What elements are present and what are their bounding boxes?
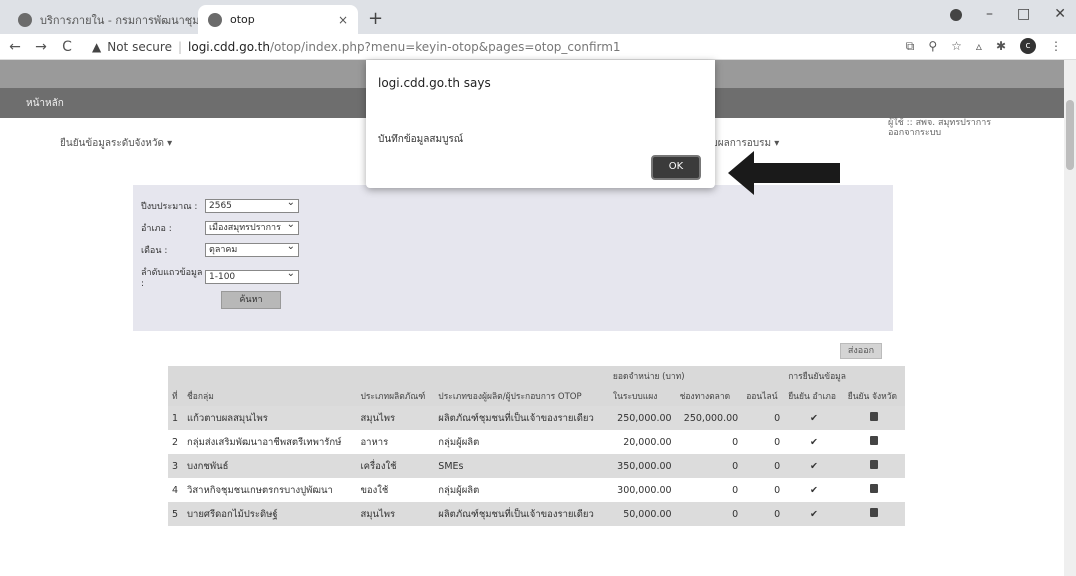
- month-select[interactable]: ตุลาคม: [205, 241, 299, 257]
- forward-button[interactable]: →: [30, 39, 52, 55]
- check-icon: ✔: [810, 436, 818, 448]
- col-offline: ช่องทางตลาด: [675, 386, 743, 406]
- district-select[interactable]: เมืองสมุทรปราการ: [205, 219, 299, 235]
- search-button[interactable]: ค้นหา: [221, 291, 281, 309]
- filter-range-row: ลำดับแถวข้อมูล : 1-100: [141, 265, 299, 289]
- filter-panel: ปีงบประมาณ : 2565 อำเภอ : เมืองสมุทรปราก…: [133, 185, 893, 331]
- table-row: 5 บายศรีดอกไม้ประดิษฐ์ สมุนไพร ผลิตภัณฑ์…: [168, 502, 905, 526]
- table-row: 2 กลุ่มส่งเสริมพัฒนาอาชีพสตรีเทพารักษ์ อ…: [168, 430, 905, 454]
- site-favicon-icon: [208, 12, 222, 27]
- maximize-button[interactable]: □: [1017, 6, 1030, 22]
- tab-title: บริการภายใน - กรมการพัฒนาชุมชน: [40, 13, 198, 27]
- year-select[interactable]: 2565: [205, 197, 299, 213]
- site-favicon-icon: [18, 12, 32, 27]
- delete-icon[interactable]: [870, 436, 879, 445]
- new-tab-button[interactable]: +: [368, 8, 383, 29]
- delete-icon[interactable]: [870, 412, 879, 421]
- col-name: ชื่อกลุ่ม: [183, 386, 357, 406]
- menu-training-results[interactable]: รับผลการอบรม ▾: [706, 136, 779, 151]
- col-confirm-province: ยืนยัน จังหวัด: [843, 386, 905, 406]
- url-text: logi.cdd.go.th/otop/index.php?menu=keyin…: [188, 40, 621, 54]
- close-window-button[interactable]: ✕: [1054, 6, 1066, 22]
- window-controls: – □ ✕: [950, 6, 1066, 22]
- user-name: ผู้ใช้ :: สพจ. สมุทรปราการ: [888, 118, 992, 128]
- otop-table: ยอดจำหน่าย (บาท) การยืนยันข้อมูล ที่ ชื่…: [168, 366, 905, 526]
- url-domain: logi.cdd.go.th: [188, 39, 270, 54]
- security-label: Not secure: [107, 39, 172, 54]
- browser-menu-icon[interactable]: ⋮: [1050, 39, 1062, 53]
- scrollbar-thumb[interactable]: [1066, 100, 1074, 170]
- filter-district-row: อำเภอ : เมืองสมุทรปราการ: [141, 219, 299, 235]
- profile-avatar[interactable]: c: [1020, 38, 1036, 54]
- check-icon: ✔: [784, 454, 844, 478]
- range-label: ลำดับแถวข้อมูล :: [141, 268, 203, 289]
- delete-icon[interactable]: [870, 460, 879, 469]
- delete-icon[interactable]: [870, 508, 879, 517]
- address-separator: |: [177, 39, 183, 54]
- filter-year-row: ปีงบประมาณ : 2565: [141, 197, 299, 213]
- filter-month-row: เดือน : ตุลาคม: [141, 241, 299, 257]
- warning-icon: ▲: [92, 39, 102, 54]
- extension-icons: ⧉ ⚲ ☆ ▵ ✱ c ⋮: [906, 38, 1062, 54]
- export-button[interactable]: ส่งออก: [840, 343, 882, 359]
- col-type: ประเภทผลิตภัณฑ์: [356, 386, 435, 406]
- user-info: ผู้ใช้ :: สพจ. สมุทรปราการ ออกจากระบบ: [888, 118, 991, 138]
- minimize-button[interactable]: –: [986, 6, 993, 22]
- col-no: ที่: [168, 386, 183, 406]
- table-header: ที่ ชื่อกลุ่ม ประเภทผลิตภัณฑ์ ประเภทของผ…: [168, 386, 905, 406]
- check-icon: ✔: [784, 406, 844, 430]
- annotation-arrow-icon: [728, 151, 840, 195]
- tab-otop[interactable]: otop ×: [198, 5, 358, 34]
- table-group-header: ยอดจำหน่าย (บาท) การยืนยันข้อมูล: [168, 366, 905, 386]
- url-path: /otop/index.php?menu=keyin-otop&pages=ot…: [269, 39, 621, 54]
- zoom-icon[interactable]: ⚲: [928, 39, 937, 53]
- table-row: 1 แก้วตาบผลสมุนไพร สมุนไพร ผลิตภัณฑ์ชุมช…: [168, 406, 905, 430]
- alert-dialog: logi.cdd.go.th says บันทึกข้อมูลสมบูรณ์ …: [366, 60, 715, 188]
- income-group-header: ยอดจำหน่าย (บาท): [608, 366, 785, 386]
- tab-close-icon[interactable]: ×: [338, 13, 348, 27]
- recording-icon: [950, 9, 963, 21]
- dialog-message: บันทึกข้อมูลสมบูรณ์: [378, 134, 464, 145]
- extensions-puzzle-icon[interactable]: ✱: [996, 39, 1006, 53]
- district-label: อำเภอ :: [141, 224, 172, 234]
- tab-cdd-services[interactable]: บริการภายใน - กรมการพัฒนาชุมชน ×: [8, 5, 198, 34]
- page-scrollbar[interactable]: [1064, 60, 1076, 576]
- logout-link[interactable]: ออกจากระบบ: [888, 128, 991, 138]
- ok-button[interactable]: OK: [651, 155, 701, 180]
- browser-toolbar: ← → C ▲ Not secure | logi.cdd.go.th/otop…: [0, 34, 1076, 60]
- col-total: ในระบบแผง: [608, 386, 676, 406]
- delete-icon[interactable]: [870, 484, 879, 493]
- drive-icon[interactable]: ▵: [976, 39, 982, 53]
- table-row: 4 วิสาหกิจชุมชนเกษตรกรบางปูพัฒนา ของใช้ …: [168, 478, 905, 502]
- translate-icon[interactable]: ⧉: [906, 39, 915, 54]
- menu-confirm-province[interactable]: ยืนยันข้อมูลระดับจังหวัด ▾: [60, 136, 172, 151]
- confirm-group-header: การยืนยันข้อมูล: [784, 366, 905, 386]
- month-label: เดือน :: [141, 246, 168, 256]
- col-producer: ประเภทของผู้ผลิต/ผู้ประกอบการ OTOP: [434, 386, 609, 406]
- back-button[interactable]: ←: [4, 39, 26, 55]
- check-icon: ✔: [810, 484, 818, 496]
- address-bar[interactable]: ▲ Not secure | logi.cdd.go.th/otop/index…: [92, 40, 621, 54]
- col-confirm-district: ยืนยัน อำเภอ: [784, 386, 844, 406]
- tab-title: otop: [230, 13, 255, 26]
- bookmark-star-icon[interactable]: ☆: [951, 39, 962, 53]
- table-row: 3 บงกชพันธ์ เครื่องใช้ SMEs 350,000.00 0…: [168, 454, 905, 478]
- range-select[interactable]: 1-100: [205, 268, 299, 284]
- nav-home-link[interactable]: หน้าหลัก: [26, 96, 64, 111]
- table-body: 1 แก้วตาบผลสมุนไพร สมุนไพร ผลิตภัณฑ์ชุมช…: [168, 406, 905, 526]
- browser-tabbar: บริการภายใน - กรมการพัฒนาชุมชน × otop × …: [0, 0, 1076, 34]
- dialog-title: logi.cdd.go.th says: [378, 76, 491, 90]
- reload-button[interactable]: C: [56, 39, 78, 55]
- check-icon: ✔: [784, 502, 844, 526]
- col-online: ออนไลน์: [742, 386, 785, 406]
- year-label: ปีงบประมาณ :: [141, 202, 198, 212]
